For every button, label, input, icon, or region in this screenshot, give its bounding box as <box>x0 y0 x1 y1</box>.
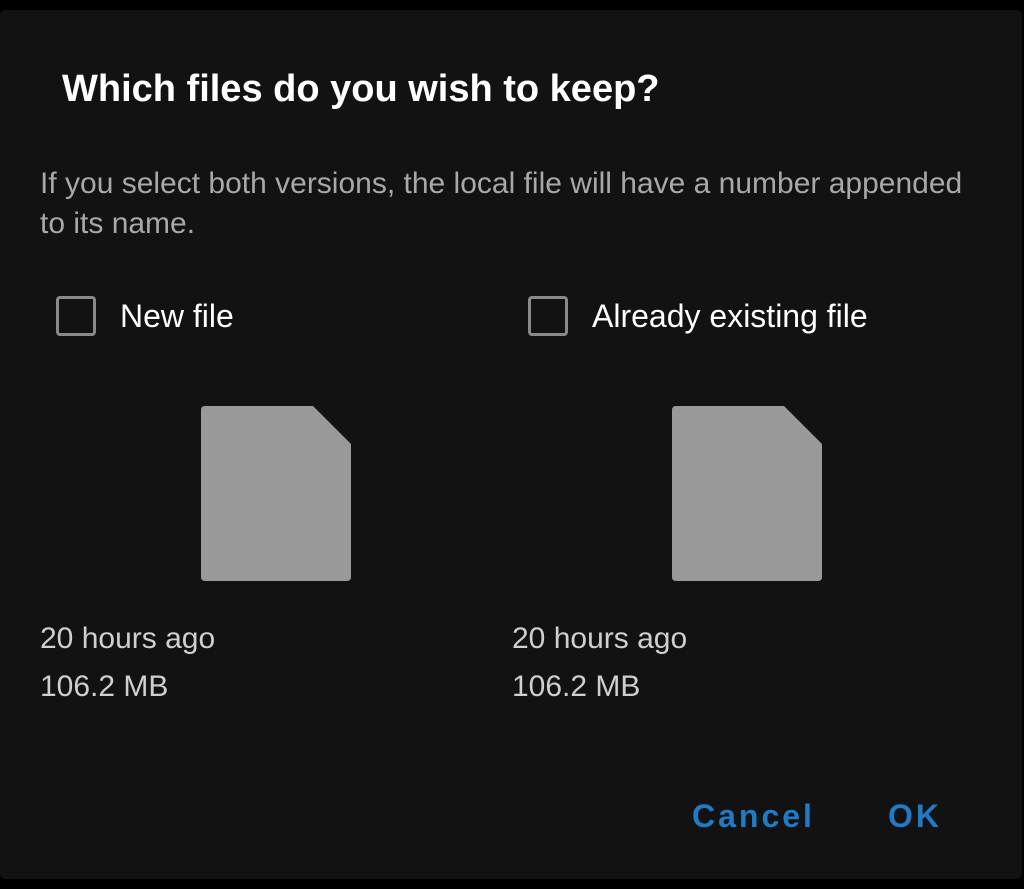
dialog-message: If you select both versions, the local f… <box>40 167 963 240</box>
existing-file-option[interactable]: Already existing file <box>528 286 868 346</box>
new-file-modified: 20 hours ago <box>40 622 216 655</box>
new-file-option[interactable]: New file <box>56 286 234 346</box>
dialog-title: Which files do you wish to keep? <box>62 68 660 110</box>
file-icon <box>672 406 822 581</box>
existing-file-size: 106.2 MB <box>512 670 641 703</box>
new-file-label: New file <box>120 297 234 334</box>
cancel-button[interactable]: Cancel <box>692 798 815 835</box>
existing-file-label: Already existing file <box>592 297 868 334</box>
existing-file-checkbox[interactable] <box>528 296 568 336</box>
conflict-dialog: Which files do you wish to keep? If you … <box>0 10 1022 879</box>
new-file-checkbox[interactable] <box>56 296 96 336</box>
ok-button[interactable]: OK <box>888 798 942 835</box>
file-icon <box>201 406 351 581</box>
new-file-size: 106.2 MB <box>40 670 169 703</box>
existing-file-modified: 20 hours ago <box>512 622 688 655</box>
